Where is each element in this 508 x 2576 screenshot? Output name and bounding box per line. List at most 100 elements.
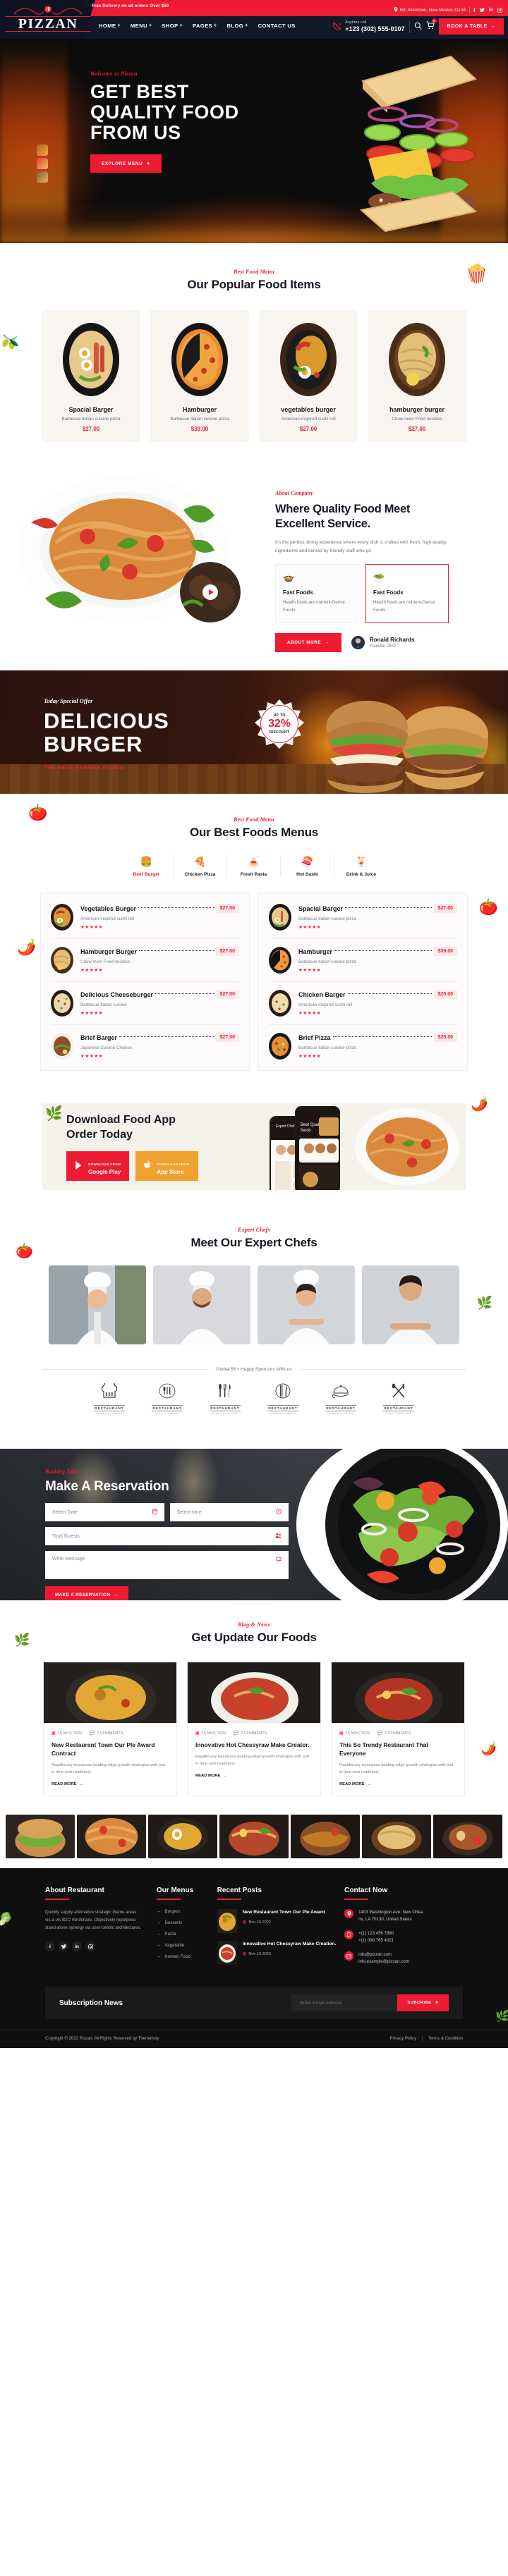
chef-card[interactable] — [153, 1265, 250, 1344]
menu-item-row[interactable]: Brief Pizza $25.00 Barbecue Italian cuisi… — [269, 1025, 457, 1067]
play-icon[interactable] — [202, 584, 218, 600]
gallery-item[interactable] — [362, 1815, 431, 1858]
rating-stars: ★★★★★ — [80, 1054, 104, 1059]
hero-thumb-3[interactable] — [37, 171, 48, 183]
menu-item-row[interactable]: Delicious Cheeseburger $27.00 Barbecue It… — [51, 982, 239, 1025]
footer-contact-email: info@pizzan.com info.example@pizzan.com — [344, 1951, 463, 1965]
popular-item-card[interactable]: vegetables burger American-inspired sush… — [259, 310, 358, 442]
footer-posts-column: Recent Posts New Restaurant Town Our Ple… — [217, 1887, 344, 1973]
footer-menu-links: → Burgers → Desserts → Pasta → Vagetable → Ko… — [157, 1909, 217, 1959]
instagram-icon[interactable] — [85, 1942, 95, 1951]
explore-menu-button[interactable]: EXPLORE MENU ✦ — [90, 154, 162, 173]
google-play-button[interactable]: DOWNLOAD FROM Google Play — [66, 1151, 130, 1181]
blog-card[interactable]: ▦ 16 NOV, 2022 💬 2 COMMENTS New Restaurant… — [43, 1662, 177, 1796]
footer-post[interactable]: New Restaurant Town Our Ple Award ▦ Nov 1… — [217, 1909, 344, 1933]
menu-item-row[interactable]: Vegetables Burger $27.00 American-inspire… — [51, 896, 239, 939]
footer-post[interactable]: Innovative Hot Chessyraw Make Creation. … — [217, 1941, 344, 1965]
facebook-icon[interactable]: f — [473, 7, 476, 13]
select-date-field[interactable]: Select Date — [45, 1503, 164, 1521]
footer-link-desserts[interactable]: → Desserts — [157, 1920, 217, 1925]
nav-item-blog[interactable]: BLOG + — [227, 23, 248, 29]
twitter-icon[interactable] — [59, 1942, 68, 1951]
nav-item-contact-us[interactable]: CONTACT US — [258, 23, 296, 29]
sponsor-logo[interactable]: RESTAURANT SANDWICH COMPANY — [267, 1383, 298, 1415]
about-video-thumb[interactable] — [180, 562, 241, 622]
menu-item-row[interactable]: Brief Barger $27.00 Japanese Cuisine Chic… — [51, 1025, 239, 1067]
nav-item-shop[interactable]: SHOP + — [162, 23, 183, 29]
gallery-item[interactable] — [433, 1815, 502, 1858]
app-store-button[interactable]: DOWNLOAD FROM App Store — [135, 1151, 198, 1181]
footer-link-pasta[interactable]: → Pasta — [157, 1932, 217, 1937]
nav-item-pages[interactable]: PAGES + — [193, 23, 217, 29]
gallery-item[interactable] — [148, 1815, 217, 1858]
gallery-item[interactable] — [77, 1815, 146, 1858]
popular-item-card[interactable]: hamburger burger Chow mien Fried noodles… — [368, 310, 466, 442]
tab-chicken-pizza[interactable]: 🍕 Chicken Pizza — [174, 855, 227, 877]
call-block[interactable]: Anytime call +123 (302) 555-0107 — [332, 20, 405, 32]
book-a-table-button[interactable]: BOOK A TABLE → — [438, 18, 504, 35]
search-icon[interactable] — [414, 20, 422, 33]
tab-drink-juice[interactable]: 🍹 Drink & Juice — [334, 855, 388, 877]
popular-item-price: $27.00 — [408, 426, 426, 432]
footer-link-vagetable[interactable]: → Vagetable — [157, 1943, 217, 1948]
make-reservation-button[interactable]: MAKE A RESERVATION → — [45, 1586, 129, 1600]
menu-item-row[interactable]: Hamburger $39.00 Barbecue Italian cuisine… — [269, 939, 457, 982]
chef-card[interactable] — [362, 1265, 459, 1344]
nav-item-menu[interactable]: MENU + — [131, 23, 152, 29]
read-more-link[interactable]: READ MORE → — [195, 1774, 313, 1778]
linkedin-icon[interactable]: in — [72, 1942, 82, 1951]
blog-image — [332, 1662, 464, 1723]
privacy-policy-link[interactable]: Privacy Policy — [390, 2037, 416, 2041]
read-more-link[interactable]: READ MORE → — [52, 1782, 169, 1786]
sponsor-logo[interactable]: RESTAURANT QUALITY & BRAND — [152, 1383, 183, 1415]
menu-item-row[interactable]: Chicken Barger $25.00 American-inspired s… — [269, 982, 457, 1025]
site-footer: 🥬 🌿 About Restaurant Quickly supply alte… — [0, 1868, 508, 2048]
chevron-plus-icon: + — [179, 23, 183, 28]
arrow-right-icon: → — [156, 1932, 162, 1937]
footer-link-burgers[interactable]: → Burgers — [157, 1909, 217, 1914]
menu-item-row[interactable]: Hamburger Burger $27.00 Chow mien Fried n… — [51, 939, 239, 982]
sponsor-logo[interactable]: RESTAURANT SANDWICH COMPANY — [325, 1383, 356, 1415]
phone-number: +123 (302) 555-0107 — [345, 25, 405, 32]
footer-menus-title: Our Menus — [156, 1887, 194, 1894]
terms-condition-link[interactable]: Terms & Condition — [428, 2037, 463, 2041]
subscribe-button[interactable]: SUBCRIBE ➤ — [397, 1994, 449, 2011]
email-field[interactable] — [291, 1994, 398, 2011]
gallery-item[interactable] — [6, 1815, 75, 1858]
tab-fresh-pasta[interactable]: 🍝 Fresh Pasta — [227, 855, 281, 877]
total-guests-field[interactable]: Total Guests — [45, 1527, 289, 1545]
gallery-item[interactable] — [219, 1815, 289, 1858]
instagram-icon[interactable] — [497, 4, 502, 16]
chef-card[interactable] — [258, 1265, 355, 1344]
about-more-button[interactable]: ABOUT MORE → — [275, 633, 341, 652]
gallery-item[interactable] — [291, 1815, 360, 1858]
blog-card[interactable]: ▦ 16 NOV, 2022 💬 2 COMMENTS This So Trendy… — [331, 1662, 465, 1796]
linkedin-icon[interactable]: in — [489, 8, 493, 13]
twitter-icon[interactable] — [479, 4, 485, 16]
footer-link-korean-food[interactable]: → Korean Food — [157, 1954, 217, 1959]
sponsor-logo[interactable]: RESTAURANT SANDWICH COMPANY — [94, 1380, 125, 1415]
sponsor-logo[interactable]: RESTAURANT FAMILY SINCE 1992 — [383, 1383, 414, 1415]
blog-label: Blog & News — [238, 1621, 270, 1628]
chef-card[interactable] — [49, 1265, 146, 1344]
site-logo[interactable]: PIZZAN — [6, 6, 90, 32]
write-message-field[interactable]: Write Message — [45, 1551, 289, 1579]
about-feature-card[interactable]: 🍲 Fast Foods Health foods are nutrient-D… — [275, 564, 358, 623]
read-more-link[interactable]: READ MORE → — [339, 1782, 456, 1786]
blog-post-title[interactable]: New Restaurant Town Our Ple Award Contra… — [52, 1741, 169, 1758]
popular-item-card[interactable]: Hamburger Barbecue Italian cuisine pizza… — [150, 310, 249, 442]
tab-beef-burger[interactable]: 🍔 Beef Burger — [120, 855, 174, 877]
sponsor-logo[interactable]: RESTAURANT FAMILY SINCE 1992 — [210, 1383, 241, 1415]
about-feature-card[interactable]: 🥗 Fast Foods Health foods are nutrient-D… — [365, 564, 449, 623]
cart-icon[interactable]: 0 — [426, 18, 437, 33]
blog-card[interactable]: ▦ 16 NOV, 2022 💬 2 COMMENTS Innovative Hot… — [187, 1662, 321, 1796]
blog-post-title[interactable]: This So Trendy Restaurant That Everyone — [339, 1741, 456, 1758]
nav-item-home[interactable]: HOME + — [99, 23, 121, 29]
blog-post-title[interactable]: Innovative Hot Chessyraw Make Creator. — [195, 1741, 313, 1749]
tab-hot-sushi[interactable]: 🍣 Hot Sushi — [281, 855, 334, 877]
popular-item-card[interactable]: Spacial Barger Barbecue Italian cuisine … — [42, 310, 140, 442]
menu-item-row[interactable]: Spacial Barger $27.00 Barbecue Italian cu… — [269, 896, 457, 939]
facebook-icon[interactable]: f — [45, 1942, 55, 1951]
select-time-field[interactable]: Select-time — [169, 1503, 289, 1521]
calendar-icon: ▦ — [242, 1920, 247, 1925]
